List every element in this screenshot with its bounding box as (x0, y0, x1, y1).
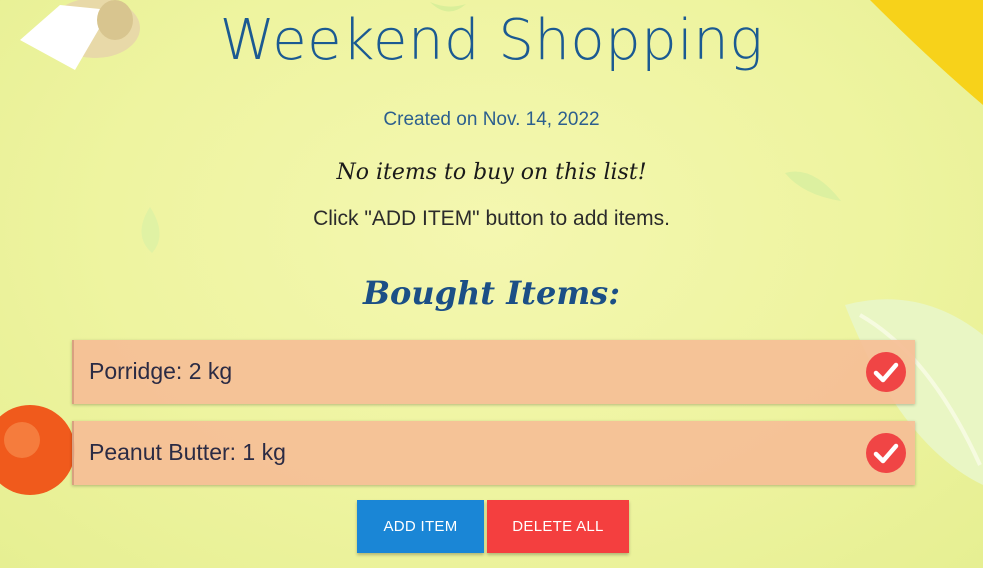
add-item-hint: Click "ADD ITEM" button to add items. (313, 207, 670, 230)
bought-item: Porridge: 2 kg (72, 340, 915, 404)
bought-item: Peanut Butter: 1 kg (72, 421, 915, 485)
bought-item-label: Porridge: 2 kg (89, 358, 233, 384)
created-date: Created on Nov. 14, 2022 (383, 109, 600, 130)
add-item-button[interactable]: ADD ITEM (357, 500, 484, 553)
bought-item-label: Peanut Butter: 1 kg (89, 439, 286, 465)
check-circle-icon[interactable] (866, 352, 906, 392)
bought-items-heading: Bought Items: (362, 274, 620, 312)
tomato-decoration (0, 405, 75, 495)
check-circle-icon[interactable] (866, 433, 906, 473)
empty-list-message: No items to buy on this list! (336, 160, 647, 185)
delete-all-button[interactable]: DELETE ALL (487, 500, 629, 553)
list-title: Weekend Shopping (219, 8, 764, 73)
